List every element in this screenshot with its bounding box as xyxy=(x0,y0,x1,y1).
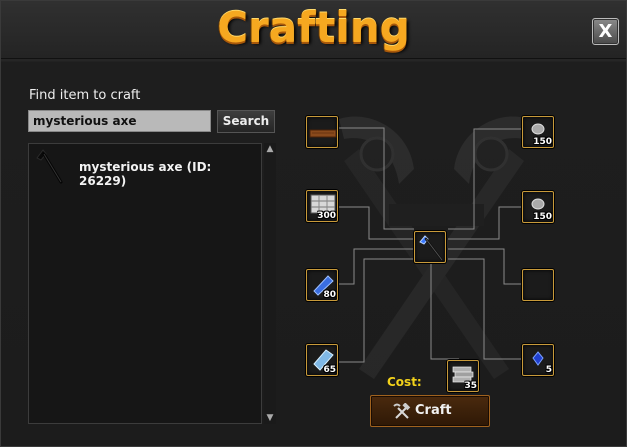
search-button[interactable]: Search xyxy=(217,110,275,133)
ingredient-slot-1[interactable] xyxy=(306,116,338,148)
ingredient-slot-8[interactable]: 5 xyxy=(522,344,554,376)
ingredient-slot-6[interactable]: 150 xyxy=(522,191,554,223)
scroll-down-icon[interactable]: ▼ xyxy=(264,412,276,424)
hammer-pick-icon xyxy=(393,403,411,419)
results-scrollbar[interactable]: ▲ ▼ xyxy=(264,143,276,424)
search-input[interactable] xyxy=(28,110,211,132)
craft-button-label: Craft xyxy=(415,403,452,418)
cost-qty: 35 xyxy=(464,381,477,391)
ingredient-slot-3[interactable]: 80 xyxy=(306,269,338,301)
ingredient-slot-4[interactable]: 65 xyxy=(306,344,338,376)
cost-slot: 35 xyxy=(447,360,479,392)
ingredient-slot-2[interactable]: 300 xyxy=(306,190,338,222)
find-item-label: Find item to craft xyxy=(29,88,141,103)
window-title: Crafting xyxy=(217,3,410,52)
ingredient-qty: 150 xyxy=(533,137,552,147)
ingredient-slot-7[interactable] xyxy=(522,269,554,301)
close-button[interactable]: X xyxy=(592,18,619,45)
list-item[interactable]: mysterious axe (ID: 26229) xyxy=(31,146,259,188)
title-bar: Crafting xyxy=(1,1,626,59)
results-list: mysterious axe (ID: 26229) xyxy=(28,143,262,424)
ingredient-slot-5[interactable]: 150 xyxy=(522,116,554,148)
cost-label: Cost: xyxy=(387,375,422,389)
craft-button[interactable]: Craft xyxy=(370,395,490,427)
ingredient-qty: 80 xyxy=(323,290,336,300)
result-item-label: mysterious axe (ID: 26229) xyxy=(79,160,212,188)
crafting-window: Crafting X Find item to craft Search mys… xyxy=(0,0,627,447)
result-slot[interactable] xyxy=(414,231,446,263)
axe-icon xyxy=(35,148,65,184)
ingredient-qty: 65 xyxy=(323,365,336,375)
ingredient-qty: 300 xyxy=(317,211,336,221)
ingredient-qty: 150 xyxy=(533,212,552,222)
scroll-up-icon[interactable]: ▲ xyxy=(264,143,276,155)
plank-icon xyxy=(309,129,337,138)
ingredient-qty: 5 xyxy=(545,365,552,375)
mysterious-axe-icon xyxy=(419,235,444,262)
